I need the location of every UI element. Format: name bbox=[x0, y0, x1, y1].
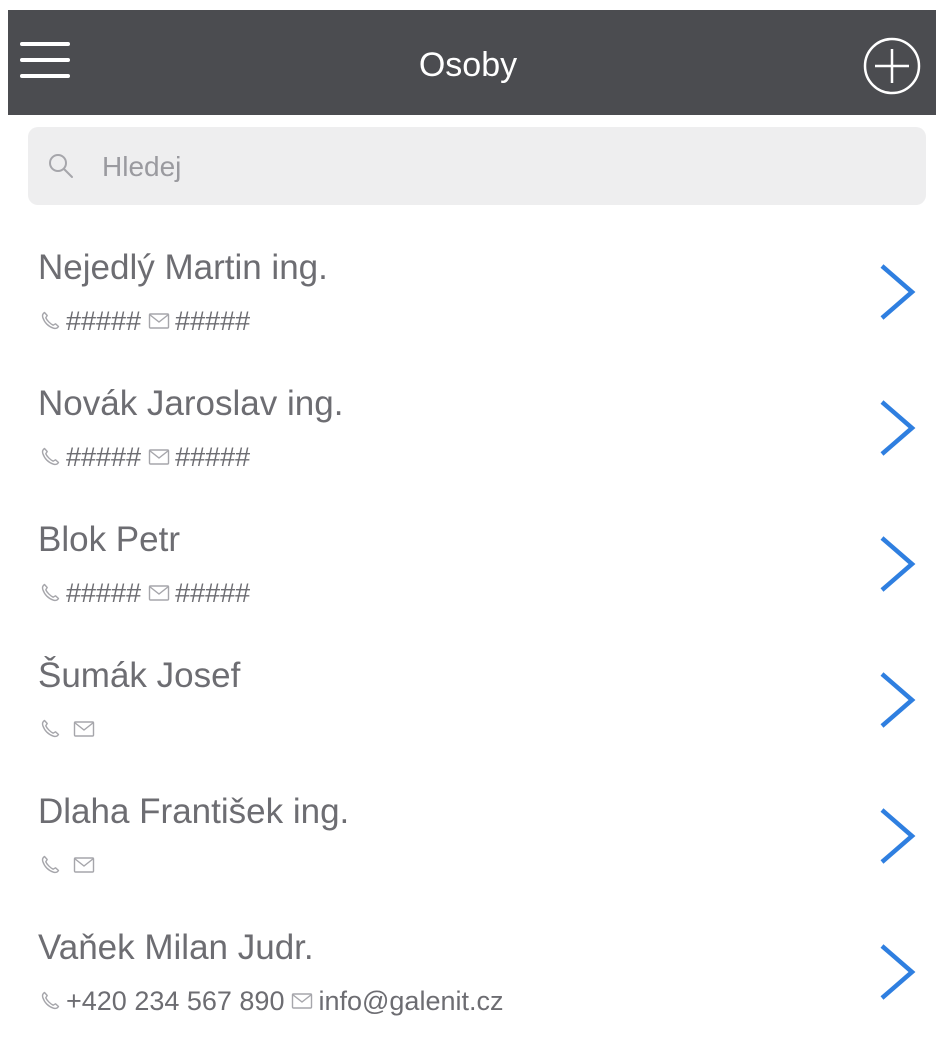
contact-line: +420 234 567 890 info@galenit.cz bbox=[38, 984, 503, 1018]
person-name: Dlaha František ing. bbox=[38, 792, 350, 831]
email-address: ##### bbox=[175, 577, 251, 608]
phone-icon bbox=[41, 583, 60, 602]
person-name: Šumák Josef bbox=[38, 656, 241, 695]
phone-number: ##### bbox=[66, 441, 142, 472]
add-person-button[interactable] bbox=[862, 36, 922, 96]
email-address: info@galenit.cz bbox=[318, 985, 504, 1016]
email-address: ##### bbox=[175, 305, 251, 336]
list-item-3[interactable]: Blok Petr ##### ##### bbox=[0, 504, 936, 640]
search-icon bbox=[49, 154, 73, 178]
list-item-1[interactable]: Nejedlý Martin ing. ##### ##### bbox=[0, 232, 936, 368]
chevron-right-icon bbox=[880, 536, 916, 592]
phone-icon bbox=[41, 719, 60, 738]
mail-icon bbox=[73, 857, 95, 873]
plus-circle-icon bbox=[863, 37, 921, 95]
phone-number: ##### bbox=[66, 305, 142, 336]
chevron-right-icon bbox=[880, 808, 916, 864]
navigation-bar bbox=[8, 10, 936, 115]
contact-line: ##### ##### bbox=[38, 304, 250, 338]
chevron-right-icon bbox=[880, 944, 916, 1000]
person-name: Vaňek Milan Judr. bbox=[38, 928, 314, 967]
list-item-2[interactable]: Novák Jaroslav ing. ##### ##### bbox=[0, 368, 936, 504]
phone-number: +420 234 567 890 bbox=[66, 985, 285, 1016]
chevron-right-icon bbox=[880, 672, 916, 728]
people-list: Nejedlý Martin ing. ##### ##### Novák Ja… bbox=[0, 232, 936, 1048]
mail-icon bbox=[73, 721, 95, 737]
search-bar bbox=[28, 127, 926, 205]
contact-line bbox=[38, 712, 100, 746]
search-input[interactable] bbox=[100, 141, 904, 193]
phone-icon bbox=[41, 447, 60, 466]
mail-icon bbox=[148, 313, 170, 329]
mail-icon bbox=[148, 449, 170, 465]
phone-icon bbox=[41, 311, 60, 330]
chevron-right-icon bbox=[880, 400, 916, 456]
email-address: ##### bbox=[175, 441, 251, 472]
mail-icon bbox=[292, 993, 313, 1009]
contact-line bbox=[38, 848, 100, 882]
menu-button[interactable] bbox=[20, 38, 76, 86]
phone-icon bbox=[41, 991, 60, 1010]
contact-line: ##### ##### bbox=[38, 576, 250, 610]
person-name: Novák Jaroslav ing. bbox=[38, 384, 344, 423]
contact-line: ##### ##### bbox=[38, 440, 250, 474]
mail-icon bbox=[148, 585, 170, 601]
person-name: Blok Petr bbox=[38, 520, 180, 559]
chevron-right-icon bbox=[880, 264, 916, 320]
list-item-6[interactable]: Vaňek Milan Judr. +420 234 567 890 info@… bbox=[0, 912, 936, 1048]
phone-number: ##### bbox=[66, 577, 142, 608]
status-bar-area bbox=[0, 0, 936, 10]
phone-icon bbox=[41, 855, 60, 874]
list-item-4[interactable]: Šumák Josef bbox=[0, 640, 936, 776]
list-item-5[interactable]: Dlaha František ing. bbox=[0, 776, 936, 912]
hamburger-menu-icon bbox=[20, 42, 70, 46]
person-name: Nejedlý Martin ing. bbox=[38, 248, 328, 287]
